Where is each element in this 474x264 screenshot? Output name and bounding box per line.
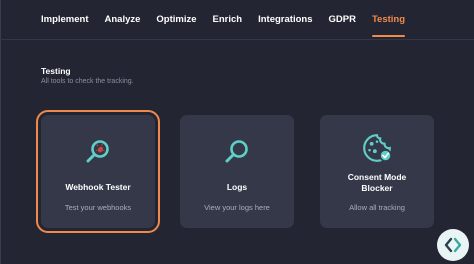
top-nav: Implement Analyze Optimize Enrich Integr…: [0, 0, 474, 40]
consent-mode-blocker-title-line2: Blocker: [361, 183, 393, 193]
webhook-tester-title: Webhook Tester: [65, 182, 131, 192]
consent-mode-blocker-desc: Allow all tracking: [349, 203, 405, 212]
tab-implement[interactable]: Implement: [41, 0, 89, 40]
tab-optimize[interactable]: Optimize: [156, 0, 196, 40]
logs-desc: View your logs here: [204, 203, 270, 212]
tab-analyze[interactable]: Analyze: [105, 0, 141, 40]
tab-enrich[interactable]: Enrich: [213, 0, 243, 40]
webhook-tester-card[interactable]: Webhook Tester Test your webhooks: [36, 110, 160, 233]
consent-mode-blocker-title-line1: Consent Mode: [347, 172, 407, 182]
tab-integrations[interactable]: Integrations: [258, 0, 312, 40]
tab-testing[interactable]: Testing: [371, 0, 406, 40]
logs-card[interactable]: Logs View your logs here: [180, 115, 294, 228]
consent-mode-blocker-card[interactable]: Consent Mode Blocker Allow all tracking: [320, 115, 434, 228]
consent-mode-blocker-title: Consent Mode Blocker: [348, 172, 407, 194]
webhook-tester-desc: Test your webhooks: [64, 203, 132, 212]
magnifier-bug-icon: [86, 140, 109, 163]
tab-gdpr[interactable]: GDPR: [328, 0, 355, 40]
logs-title: Logs: [226, 182, 248, 192]
code-brackets-icon: [444, 237, 462, 253]
section-subtitle: All tools to check the tracking.: [41, 78, 134, 85]
magnifier-icon: [225, 140, 248, 163]
section-title: Testing: [41, 66, 71, 76]
code-fab-button[interactable]: [437, 229, 469, 261]
cookie-check-icon: [363, 134, 392, 162]
